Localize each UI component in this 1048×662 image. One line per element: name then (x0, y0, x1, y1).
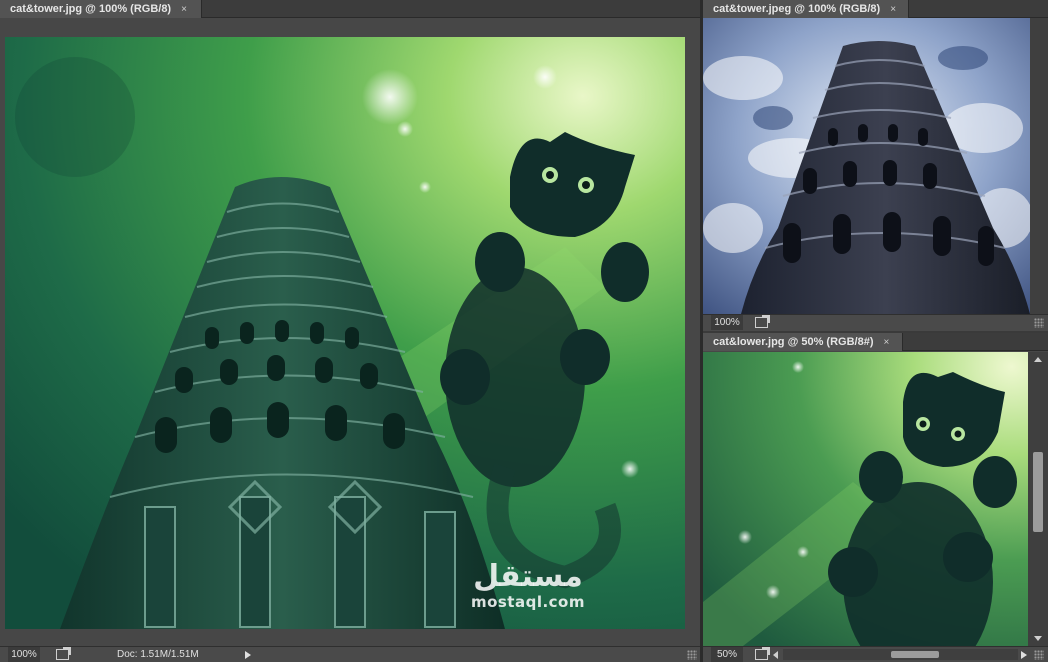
tower-image-canvas[interactable] (703, 18, 1030, 314)
cat-vertical-scrollbar[interactable] (1028, 352, 1048, 646)
cat-horizontal-scrollbar[interactable] (783, 649, 1018, 660)
horizontal-scroll-thumb[interactable] (891, 651, 939, 658)
tab-title: cat&tower.jpeg @ 100% (RGB/8) (713, 3, 881, 15)
main-status-bar: 100% Doc: 1.51M/1.51M (0, 646, 700, 662)
tab-main-document[interactable]: cat&tower.jpg @ 100% (RGB/8) × (0, 0, 202, 18)
resize-grip-icon[interactable] (1034, 650, 1044, 660)
tab-tower-document[interactable]: cat&tower.jpeg @ 100% (RGB/8) × (703, 0, 909, 18)
cat-document-window: cat&lower.jpg @ 50% (RGB/8#) × 50% (703, 333, 1048, 662)
zoom-level-field[interactable]: 100% (8, 647, 40, 662)
cat-status-bar: 50% (703, 646, 1048, 662)
mostaql-watermark: مستقل mostaql.com (470, 559, 585, 612)
tab-title: cat&tower.jpg @ 100% (RGB/8) (10, 3, 172, 15)
zoom-level-field[interactable]: 100% (711, 315, 743, 330)
zoom-level-field[interactable]: 50% (711, 647, 743, 662)
arrow-right-icon[interactable] (245, 651, 251, 659)
cat-image-canvas[interactable] (703, 352, 1028, 646)
tab-title: cat&lower.jpg @ 50% (RGB/8#) (713, 336, 874, 348)
doc-size-info: Doc: 1.51M/1.51M (117, 649, 199, 660)
share-icon[interactable] (755, 647, 770, 660)
tower-vertical-scrollbar[interactable] (1030, 18, 1048, 314)
tower-photo (703, 18, 1030, 314)
main-tabbar: cat&tower.jpg @ 100% (RGB/8) × (0, 0, 700, 18)
main-image-canvas[interactable]: مستقل mostaql.com (5, 37, 685, 629)
tower-tabbar: cat&tower.jpeg @ 100% (RGB/8) × (703, 0, 1048, 18)
close-icon[interactable]: × (181, 1, 187, 19)
tower-document-window: cat&tower.jpeg @ 100% (RGB/8) × 100% (703, 0, 1048, 331)
cat-artwork (703, 352, 1028, 646)
tab-cat-document[interactable]: cat&lower.jpg @ 50% (RGB/8#) × (703, 333, 903, 351)
resize-grip-icon[interactable] (1034, 318, 1044, 328)
share-icon[interactable] (755, 315, 770, 328)
watermark-arabic: مستقل (473, 559, 583, 594)
watermark-latin: mostaql.com (470, 593, 585, 611)
share-icon[interactable] (56, 647, 71, 660)
resize-grip-icon[interactable] (687, 650, 697, 660)
cat-tabbar: cat&lower.jpg @ 50% (RGB/8#) × (703, 333, 1048, 351)
close-icon[interactable]: × (884, 334, 890, 352)
vertical-scroll-thumb[interactable] (1033, 452, 1043, 532)
scroll-left-icon[interactable] (773, 651, 778, 659)
main-document-window: cat&tower.jpg @ 100% (RGB/8) × مستقل mos… (0, 0, 700, 662)
tower-status-bar: 100% (703, 314, 1048, 331)
cat-tower-artwork (5, 37, 685, 629)
close-icon[interactable]: × (890, 1, 896, 19)
scroll-down-icon[interactable] (1034, 636, 1042, 641)
scroll-right-icon[interactable] (1021, 651, 1027, 659)
scroll-up-icon[interactable] (1034, 357, 1042, 362)
